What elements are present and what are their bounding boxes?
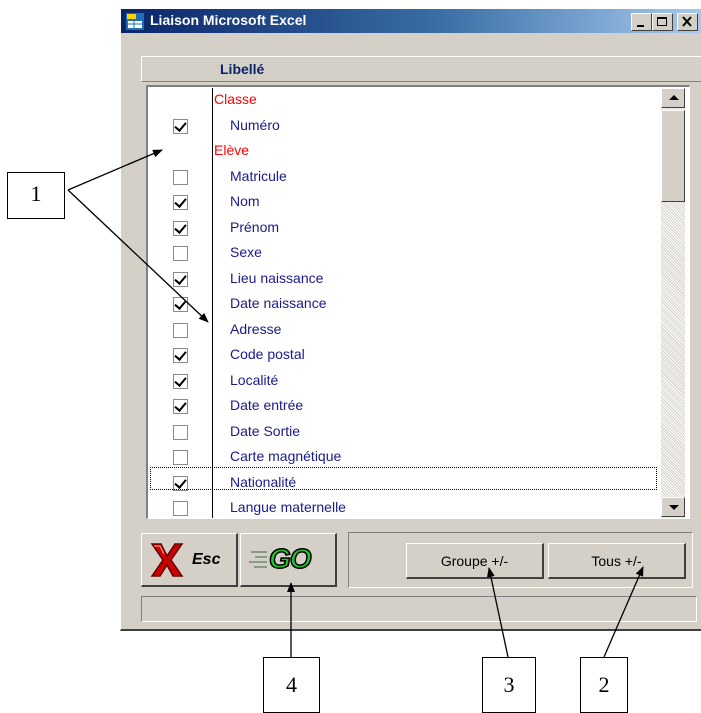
arrow-1b (67, 189, 209, 323)
arrow-1a (67, 149, 163, 191)
arrow-3 (486, 567, 509, 658)
arrow-2 (603, 566, 644, 658)
callout-arrows (67, 149, 644, 658)
